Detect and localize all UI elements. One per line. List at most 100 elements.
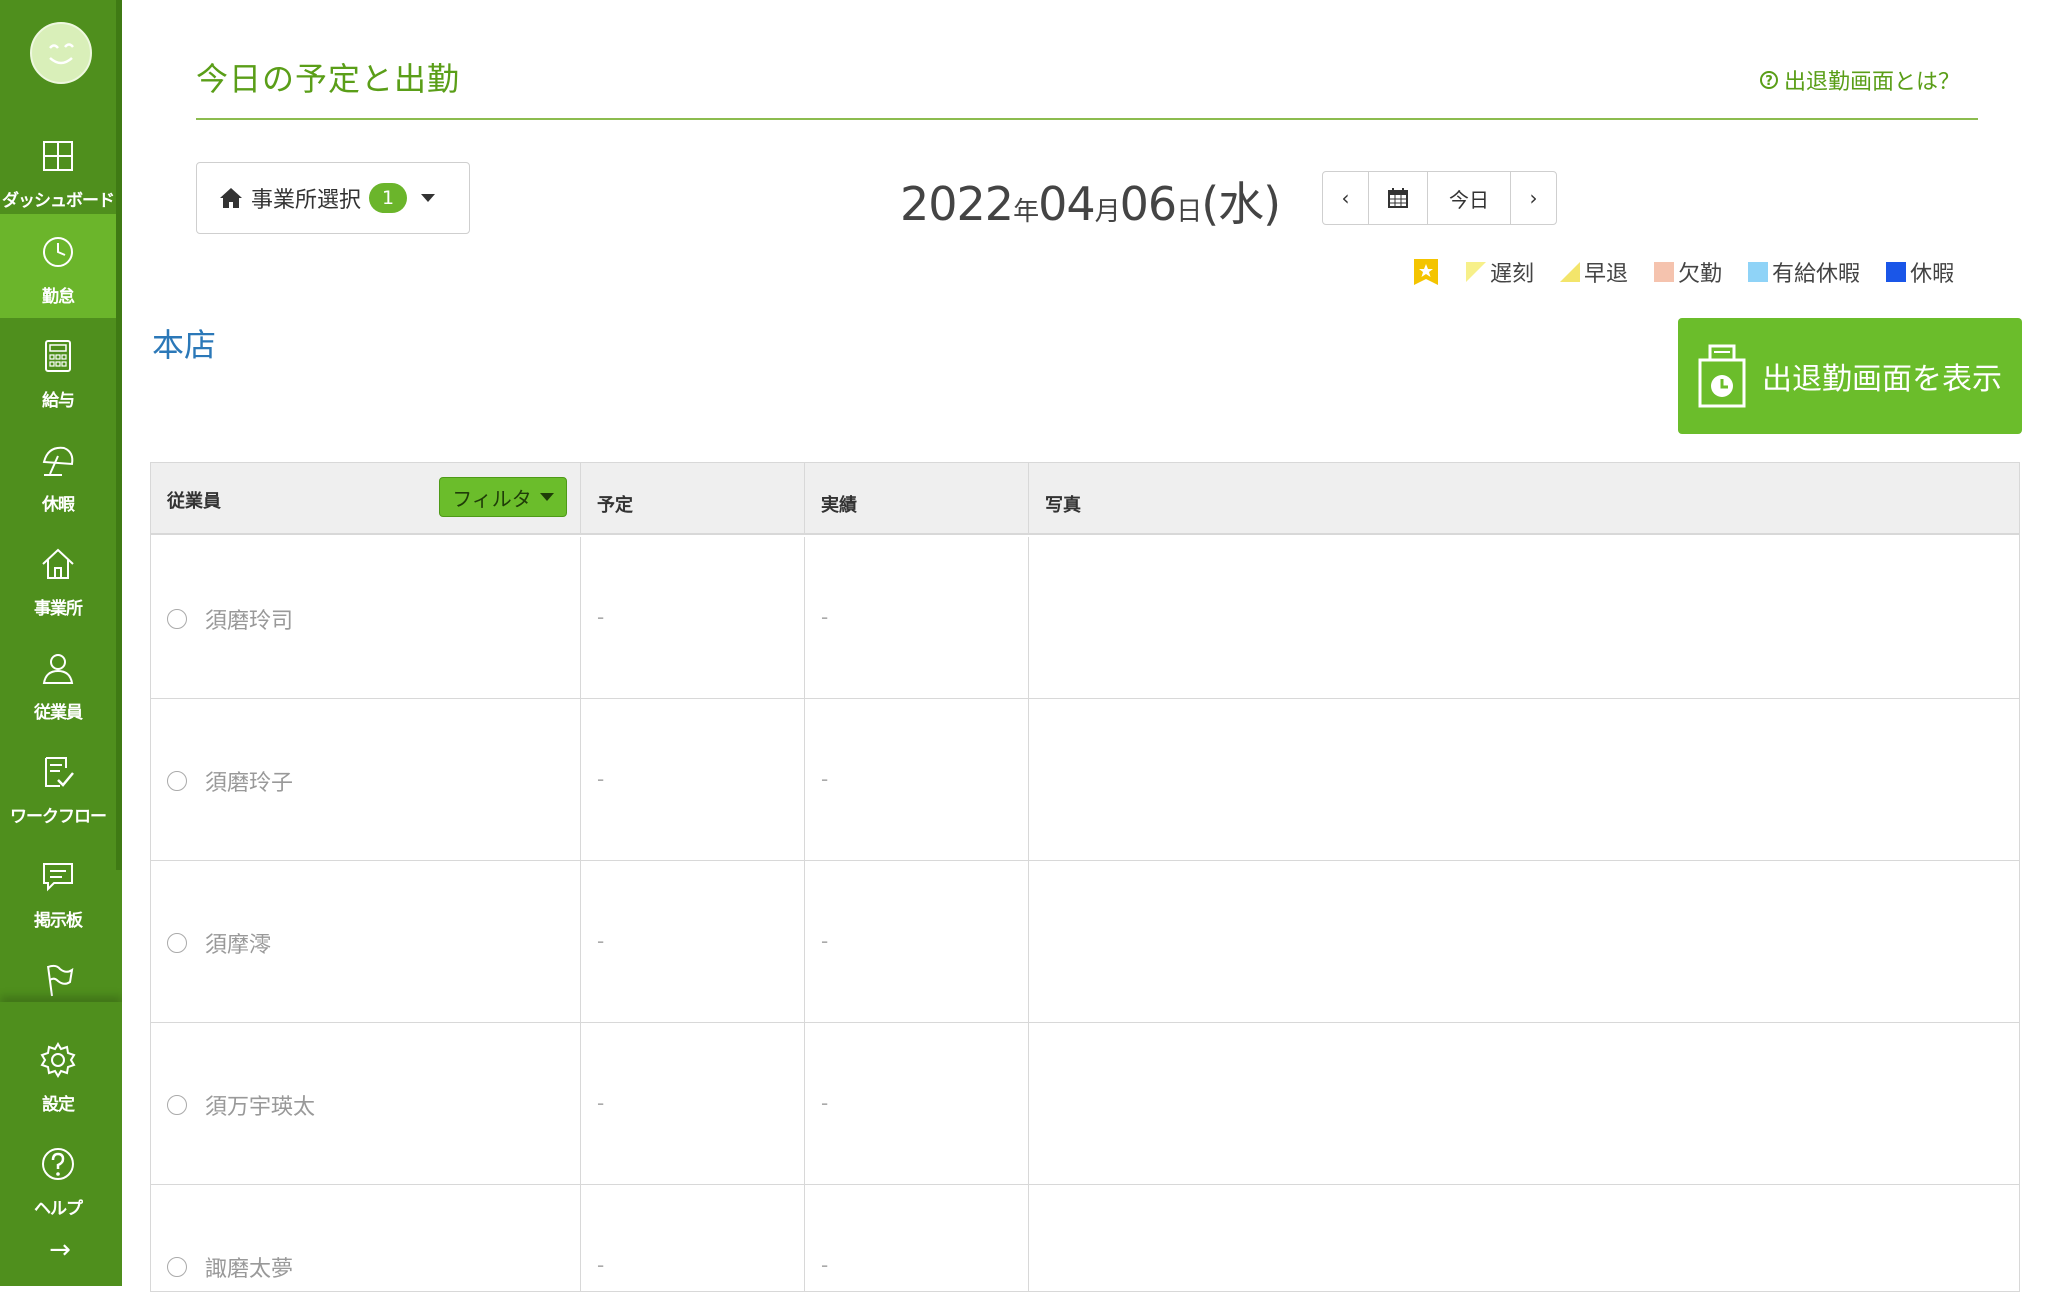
office-select-label: 事業所選択 <box>251 188 362 213</box>
table-row: 須万宇瑛太 - - <box>151 1023 2019 1185</box>
office-count-badge: 1 <box>369 183 408 213</box>
prev-day-button[interactable]: ‹ <box>1323 172 1369 224</box>
legend-label: 遅刻 <box>1490 262 1535 287</box>
message-icon <box>43 863 73 892</box>
sidebar-item-attendance[interactable]: 勤怠 <box>0 214 116 318</box>
employee-radio[interactable] <box>167 609 187 629</box>
employee-radio[interactable] <box>167 771 187 791</box>
avatar[interactable] <box>30 22 92 84</box>
photo-cell <box>1029 537 2019 698</box>
show-attendance-screen-label: 出退勤画面を表示 <box>1762 362 2002 397</box>
sidebar-item-employees[interactable]: 従業員 <box>0 630 116 734</box>
sidebar-item-label: 掲示板 <box>34 911 83 931</box>
actual-value: - <box>821 1091 829 1115</box>
photo-cell <box>1029 1023 2019 1184</box>
sidebar-scrollbar[interactable] <box>116 0 122 870</box>
sidebar-item-bulletin[interactable]: 掲示板 <box>0 838 116 942</box>
schedule-cell: - <box>581 537 805 698</box>
actual-value: - <box>821 767 829 791</box>
legend-label: 有給休暇 <box>1772 262 1861 287</box>
actual-cell: - <box>805 1023 1029 1184</box>
help-icon <box>42 1148 74 1180</box>
column-header-label: 予定 <box>597 495 633 516</box>
help-link[interactable]: ? 出退勤画面とは？ <box>1760 64 1960 96</box>
office-select-dropdown[interactable]: 事業所選択 1 <box>196 162 470 234</box>
employee-radio[interactable] <box>167 933 187 953</box>
schedule-cell: - <box>581 699 805 860</box>
actual-cell: - <box>805 1185 1029 1291</box>
dashboard-icon <box>43 141 73 171</box>
actual-value: - <box>821 929 829 953</box>
sidebar-item-leave[interactable]: 休暇 <box>0 422 116 526</box>
date-year-unit: 年 <box>1013 197 1039 227</box>
table-row: 須磨玲司 - - <box>151 537 2019 699</box>
date-month: 04 <box>1038 177 1096 231</box>
schedule-cell: - <box>581 1185 805 1291</box>
table-row: 諏磨太夢 - - <box>151 1185 2019 1291</box>
sidebar-item-payroll[interactable]: 給与 <box>0 318 116 422</box>
filter-button[interactable]: フィルタ <box>439 477 567 517</box>
sidebar-item-label: 設定 <box>42 1095 75 1115</box>
help-link-label: 出退勤画面とは？ <box>1784 70 1961 95</box>
gear-icon <box>40 1042 76 1078</box>
checklist-icon <box>45 757 74 787</box>
legend-late: 遅刻 <box>1466 256 1534 288</box>
paid-leave-swatch <box>1748 262 1769 282</box>
date-day: 06 <box>1119 177 1178 231</box>
actual-cell: - <box>805 861 1029 1022</box>
sidebar-item-label: 従業員 <box>34 703 83 723</box>
schedule-value: - <box>597 1253 605 1277</box>
clock-icon <box>43 237 73 267</box>
show-attendance-screen-button[interactable]: 出退勤画面を表示 <box>1678 318 2022 434</box>
column-header-employee: 従業員 フィルタ <box>151 463 581 533</box>
employee-name[interactable]: 須磨玲子 <box>205 765 293 797</box>
next-day-button[interactable]: › <box>1511 172 1556 224</box>
status-legend: 遅刻 早退 欠勤 有給休暇 休暇 <box>1412 256 1954 288</box>
sidebar-item-settings[interactable]: 設定 <box>0 1022 116 1126</box>
column-header-label: 実績 <box>821 495 857 516</box>
employee-name[interactable]: 諏磨太夢 <box>205 1251 293 1283</box>
schedule-value: - <box>597 1091 605 1115</box>
employee-name[interactable]: 須磨玲司 <box>205 603 293 635</box>
holiday-swatch <box>1886 262 1907 282</box>
flag-icon <box>47 964 74 997</box>
employee-name[interactable]: 須摩澪 <box>205 927 271 959</box>
home-icon <box>42 548 74 579</box>
calculator-icon <box>45 340 71 372</box>
current-date: 2022 年 04 月 06 日 (水) <box>900 168 1281 231</box>
table-row: 須摩澪 - - <box>151 861 2019 1023</box>
sidebar-item-workflow[interactable]: ワークフロー <box>0 734 116 838</box>
collapse-arrow-icon[interactable]: → <box>44 1236 76 1264</box>
absence-swatch <box>1654 262 1675 282</box>
column-header-schedule: 予定 <box>581 463 805 533</box>
legend-label: 休暇 <box>1910 262 1955 287</box>
star-badge-icon <box>1414 259 1438 285</box>
sidebar-item-label: 給与 <box>42 391 75 411</box>
sidebar-item-help[interactable]: ヘルプ <box>0 1126 116 1230</box>
user-icon <box>42 654 74 684</box>
employee-radio[interactable] <box>167 1095 187 1115</box>
today-button[interactable]: 今日 <box>1428 172 1511 224</box>
employee-radio[interactable] <box>167 1257 187 1277</box>
calendar-icon <box>1388 188 1408 208</box>
office-section-title: 本店 <box>152 326 217 364</box>
photo-cell <box>1029 1185 2019 1291</box>
date-month-unit: 月 <box>1094 197 1121 227</box>
schedule-value: - <box>597 929 605 953</box>
calendar-button[interactable] <box>1369 172 1428 224</box>
employee-name[interactable]: 須万宇瑛太 <box>205 1089 315 1121</box>
sidebar-item-label: 事業所 <box>34 599 83 619</box>
sidebar-item-dashboard[interactable]: ダッシュボード <box>0 118 116 222</box>
schedule-value: - <box>597 605 605 629</box>
early-leave-swatch-icon <box>1560 262 1581 282</box>
column-header-label: 従業員 <box>167 491 221 512</box>
legend-label: 早退 <box>1584 262 1629 287</box>
sidebar-item-office[interactable]: 事業所 <box>0 526 116 630</box>
sidebar-item-label: 休暇 <box>42 495 75 515</box>
table-header: 従業員 フィルタ 予定 実績 写真 <box>151 463 2019 535</box>
legend-early-leave: 早退 <box>1560 256 1628 288</box>
employee-cell: 須万宇瑛太 <box>151 1023 581 1184</box>
legend-holiday: 休暇 <box>1886 256 1954 288</box>
actual-value: - <box>821 605 829 629</box>
timecard-icon <box>1698 344 1746 408</box>
